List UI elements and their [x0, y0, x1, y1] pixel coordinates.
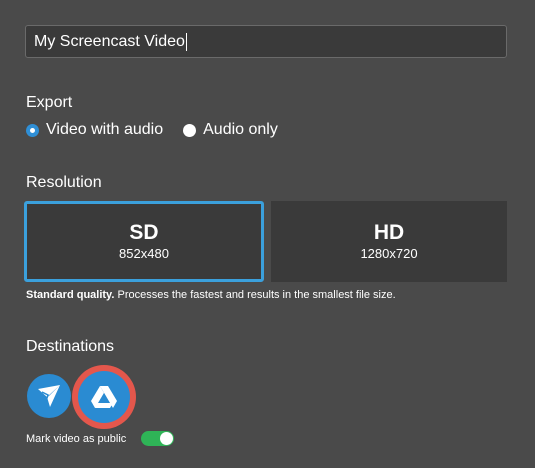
- resolution-hd-dims: 1280x720: [360, 245, 418, 261]
- public-toggle-switch[interactable]: [141, 431, 175, 446]
- resolution-description-bold: Standard quality.: [26, 289, 115, 301]
- radio-video-with-audio[interactable]: Video with audio: [26, 121, 163, 139]
- video-title-value: My Screencast Video: [34, 32, 185, 50]
- export-label: Export: [26, 94, 73, 111]
- destination-screencast-button[interactable]: [27, 374, 71, 418]
- radio-audio-only[interactable]: Audio only: [183, 121, 278, 139]
- resolution-hd-button[interactable]: HD 1280x720: [271, 201, 507, 282]
- public-toggle-label: Mark video as public: [26, 432, 127, 445]
- radio-selected-icon[interactable]: [26, 123, 39, 137]
- resolution-hd-name: HD: [373, 220, 405, 244]
- export-options: Video with audio Audio only: [26, 121, 290, 139]
- resolution-sd-name: SD: [129, 220, 159, 244]
- radio-unselected-icon[interactable]: [183, 123, 197, 137]
- public-toggle-row: Mark video as public: [26, 431, 175, 446]
- resolution-sd-dims: 852x480: [119, 245, 169, 261]
- resolution-sd-button[interactable]: SD 852x480: [24, 201, 264, 282]
- screencast-o-matic-icon: [38, 385, 60, 407]
- radio-audio-only-label: Audio only: [203, 121, 278, 138]
- google-drive-icon: [91, 386, 117, 408]
- destinations-label: Destinations: [26, 338, 115, 355]
- destination-google-drive-button[interactable]: [72, 365, 136, 429]
- video-title-input[interactable]: My Screencast Video: [25, 25, 507, 58]
- resolution-label: Resolution: [26, 174, 102, 191]
- resolution-description: Standard quality. Processes the fastest …: [26, 289, 396, 301]
- google-drive-circle: [78, 371, 130, 423]
- radio-video-with-audio-label: Video with audio: [46, 121, 164, 138]
- resolution-description-text: Processes the fastest and results in the…: [114, 289, 396, 301]
- text-caret: [185, 32, 187, 51]
